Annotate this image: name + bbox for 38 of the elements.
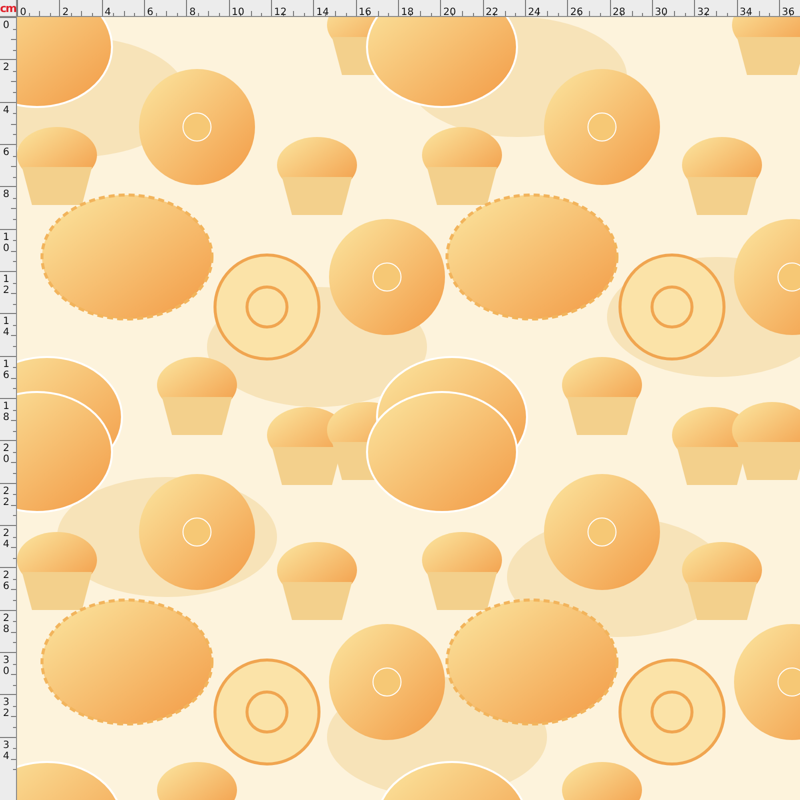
ruler-label: 20 (443, 7, 456, 16)
ruler-label: 8 (189, 7, 196, 16)
ruler-label: 10 (232, 7, 244, 16)
ruler-label: 6 (146, 7, 154, 16)
ruler-label: 10 (3, 232, 10, 254)
ruler-label: 34 (740, 7, 752, 16)
ruler-label: 2 (3, 62, 10, 74)
ruler-label: 28 (3, 612, 10, 635)
ruler-label: 12 (274, 7, 287, 16)
ruler-label: 26 (3, 570, 10, 592)
ruler-label: 4 (3, 104, 10, 116)
ruler-label: 20 (3, 443, 10, 466)
ruler-label: 32 (697, 7, 710, 16)
ruler-label: 0 (20, 7, 26, 16)
ruler-label: 4 (104, 7, 112, 16)
ruler-label: 30 (654, 7, 668, 16)
unit-label: cm (0, 2, 16, 14)
ruler-label: 16 (3, 358, 10, 381)
ruler-label: 6 (3, 146, 10, 158)
ruler-label: 18 (3, 400, 10, 423)
ruler-label: 16 (358, 7, 372, 16)
ruler-label: 30 (3, 654, 10, 677)
ruler-label: 32 (3, 697, 10, 720)
ruler-label: 2 (62, 7, 69, 16)
ruler-label: 36 (782, 7, 795, 16)
ruler-label: 12 (3, 274, 10, 296)
ruler-label: 26 (570, 7, 583, 16)
ruler-label: 18 (400, 7, 414, 16)
ruler-label: 22 (3, 486, 10, 508)
ruler-label: 14 (316, 7, 330, 16)
ruler-label: 14 (3, 316, 10, 338)
ruler-label: 8 (3, 189, 10, 200)
ruler-label: 24 (528, 7, 541, 16)
ruler-label: 22 (486, 7, 498, 16)
ruler-label: 0 (3, 20, 10, 31)
ruler-label: 34 (3, 740, 10, 762)
ruler-label: 28 (612, 7, 626, 16)
ruler-label: 24 (3, 528, 10, 550)
